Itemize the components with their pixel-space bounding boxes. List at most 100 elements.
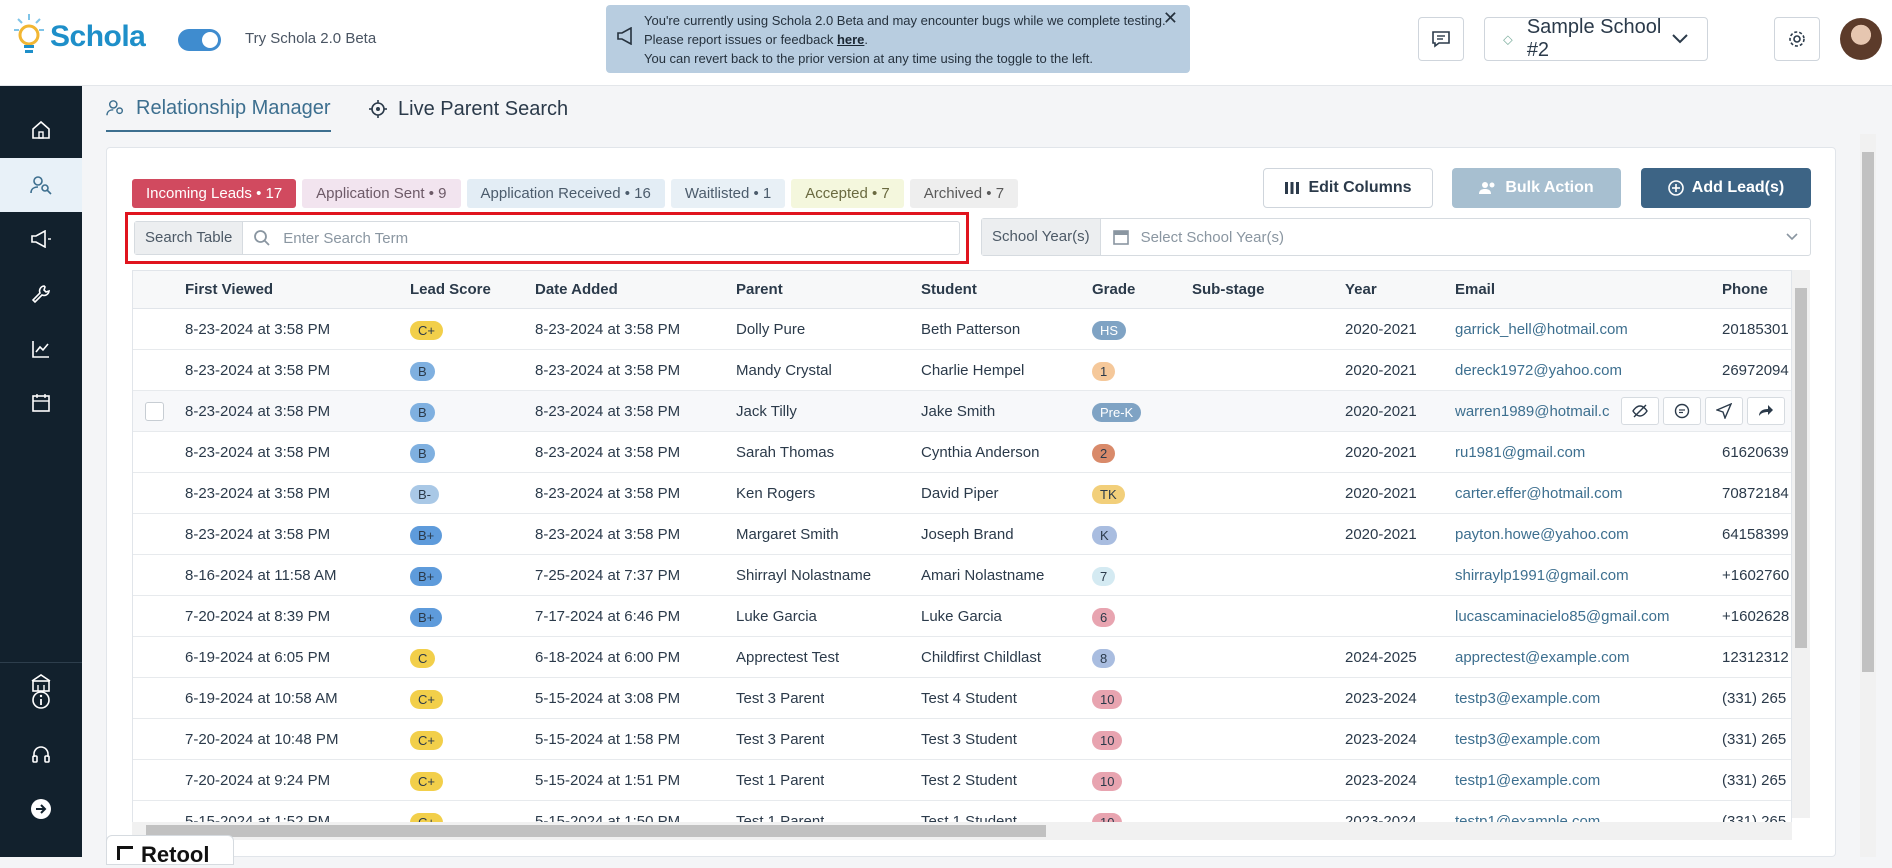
wrench-icon [31, 285, 50, 304]
retool-badge[interactable]: Retool [106, 835, 234, 867]
table-row[interactable]: 6-19-2024 at 6:05 PM C 6-18-2024 at 6:00 P… [133, 637, 1791, 678]
sidebar-item-calendar[interactable] [0, 376, 82, 430]
sidebar-item-support[interactable] [0, 728, 82, 782]
table-row[interactable]: 8-23-2024 at 3:58 PM B 8-23-2024 at 3:58 P… [133, 432, 1791, 473]
cell-email[interactable]: warren1989@hotmail.c [1455, 391, 1615, 432]
table-row[interactable]: 8-23-2024 at 3:58 PM B 8-23-2024 at 3:58 P… [133, 350, 1791, 391]
cell-email[interactable]: apprectest@example.com [1455, 637, 1710, 678]
scroll-thumb[interactable] [1795, 288, 1807, 648]
cell-first-viewed: 8-23-2024 at 3:58 PM [185, 403, 331, 420]
settings-button[interactable] [1774, 17, 1820, 61]
edit-columns-button[interactable]: Edit Columns [1263, 168, 1433, 208]
table-vertical-scrollbar[interactable] [1792, 270, 1810, 818]
tab-live-parent-search[interactable]: Live Parent Search [368, 86, 568, 132]
header-phone[interactable]: Phone [1722, 271, 1768, 309]
header-grade[interactable]: Grade [1092, 271, 1135, 309]
school-year-select[interactable]: School Year(s) Select School Year(s) [981, 218, 1811, 256]
megaphone-icon [31, 230, 51, 248]
headset-icon [32, 746, 50, 763]
row-checkbox[interactable] [145, 402, 164, 421]
user-avatar[interactable] [1840, 18, 1882, 60]
table-row[interactable]: 8-23-2024 at 3:58 PM B 8-23-2024 at 3:58 P… [133, 391, 1791, 432]
cell-email[interactable]: garrick_hell@hotmail.com [1455, 309, 1710, 350]
status-tab-application-received[interactable]: Application Received • 16 [466, 179, 665, 208]
page-scrollbar[interactable] [1860, 134, 1876, 857]
cell-student: Childfirst Childlast [921, 649, 1042, 666]
header-year[interactable]: Year [1345, 271, 1377, 309]
header-sub-stage[interactable]: Sub-stage [1192, 271, 1265, 309]
tab-relationship-manager[interactable]: Relationship Manager [106, 86, 331, 132]
messages-button[interactable] [1418, 17, 1464, 61]
cell-grade: TK [1092, 473, 1125, 514]
cell-email[interactable]: lucascaminacielo85@gmail.com [1455, 596, 1710, 637]
cell-email[interactable]: testp3@example.com [1455, 719, 1710, 760]
sidebar-item-analytics[interactable] [0, 322, 82, 376]
cell-email[interactable]: shirraylp1991@gmail.com [1455, 555, 1710, 596]
cell-email[interactable]: dereck1972@yahoo.com [1455, 350, 1710, 391]
cell-phone: 12312312 [1722, 649, 1789, 666]
sidebar-item-marketing[interactable] [0, 212, 82, 266]
table-row[interactable]: 8-23-2024 at 3:58 PM B- 8-23-2024 at 3:58 … [133, 473, 1791, 514]
beta-toggle[interactable] [178, 29, 221, 51]
header-first-viewed[interactable]: First Viewed [185, 271, 273, 309]
school-selector[interactable]: ⬦ Sample School #2 [1484, 16, 1708, 61]
search-table-field[interactable]: Search Table [134, 221, 960, 255]
sidebar-item-tools[interactable] [0, 267, 82, 321]
add-leads-button[interactable]: Add Lead(s) [1641, 168, 1811, 208]
chevron-down-icon [1786, 233, 1798, 241]
cell-email[interactable]: testp3@example.com [1455, 678, 1710, 719]
cell-lead-score: C+ [410, 309, 443, 350]
cell-phone: (331) 265 [1722, 731, 1787, 748]
table-row[interactable]: 8-23-2024 at 3:58 PM B+ 8-23-2024 at 3:58 … [133, 514, 1791, 555]
hide-button[interactable] [1621, 397, 1659, 425]
cell-date-added: 8-23-2024 at 3:58 PM [535, 403, 681, 420]
sidebar-item-info[interactable] [0, 673, 82, 727]
schola-logo[interactable]: Schola [14, 12, 146, 62]
table-row[interactable]: 6-19-2024 at 10:58 AM C+ 5-15-2024 at 3:08… [133, 678, 1791, 719]
status-tab-waitlisted[interactable]: Waitlisted • 1 [670, 179, 786, 208]
header-email[interactable]: Email [1455, 271, 1495, 309]
header-student[interactable]: Student [921, 271, 977, 309]
search-icon [253, 229, 271, 247]
header-date-added[interactable]: Date Added [535, 271, 618, 309]
table-row[interactable]: 8-16-2024 at 11:58 AM B+ 7-25-2024 at 7:37… [133, 555, 1791, 596]
calendar-icon [32, 394, 50, 412]
comment-button[interactable] [1663, 397, 1701, 425]
status-tab-application-sent[interactable]: Application Sent • 9 [302, 179, 461, 208]
sidebar-item-home[interactable] [0, 103, 82, 157]
cell-email[interactable]: ru1981@gmail.com [1455, 432, 1710, 473]
status-tab-archived[interactable]: Archived • 7 [909, 179, 1019, 208]
feedback-link[interactable]: here [837, 32, 864, 47]
lead-score-badge: B [410, 361, 435, 381]
header-parent[interactable]: Parent [736, 271, 783, 309]
cell-year: 2020-2021 [1345, 444, 1417, 461]
status-tab-incoming-leads[interactable]: Incoming Leads • 17 [132, 179, 297, 208]
table-horizontal-scrollbar[interactable] [132, 822, 1792, 840]
cell-year: 2023-2024 [1345, 690, 1417, 707]
forward-arrow-button[interactable] [1747, 397, 1785, 425]
tab-label: Relationship Manager [136, 96, 331, 119]
grade-badge: Pre-K [1092, 402, 1142, 422]
lead-score-badge: C+ [410, 730, 443, 750]
close-icon[interactable]: ✕ [1163, 9, 1178, 28]
status-tab-accepted[interactable]: Accepted • 7 [791, 179, 904, 208]
sidebar-item-logout[interactable] [0, 782, 82, 836]
cell-email[interactable]: carter.effer@hotmail.com [1455, 473, 1710, 514]
cell-date-added: 5-15-2024 at 1:51 PM [535, 772, 681, 789]
scroll-thumb[interactable] [146, 825, 1046, 837]
bulk-action-button[interactable]: Bulk Action [1452, 168, 1621, 208]
cell-phone: 61620639 [1722, 444, 1789, 461]
table-row[interactable]: 7-20-2024 at 8:39 PM B+ 7-17-2024 at 6:46 … [133, 596, 1791, 637]
cell-email[interactable]: payton.howe@yahoo.com [1455, 514, 1710, 555]
table-row[interactable]: 8-23-2024 at 3:58 PM C+ 8-23-2024 at 3:58 … [133, 309, 1791, 350]
table-row[interactable]: 7-20-2024 at 10:48 PM C+ 5-15-2024 at 1:58… [133, 719, 1791, 760]
cell-first-viewed: 8-23-2024 at 3:58 PM [185, 362, 331, 379]
cell-parent: Shirrayl Nolastname [736, 567, 872, 584]
cell-email[interactable]: testp1@example.com [1455, 760, 1710, 801]
header-lead-score[interactable]: Lead Score [410, 271, 491, 309]
sidebar-item-relationship-manager[interactable] [0, 158, 82, 212]
search-input[interactable] [283, 229, 959, 247]
scroll-thumb[interactable] [1862, 152, 1874, 672]
table-row[interactable]: 7-20-2024 at 9:24 PM C+ 5-15-2024 at 1:51 … [133, 760, 1791, 801]
send-button[interactable] [1705, 397, 1743, 425]
